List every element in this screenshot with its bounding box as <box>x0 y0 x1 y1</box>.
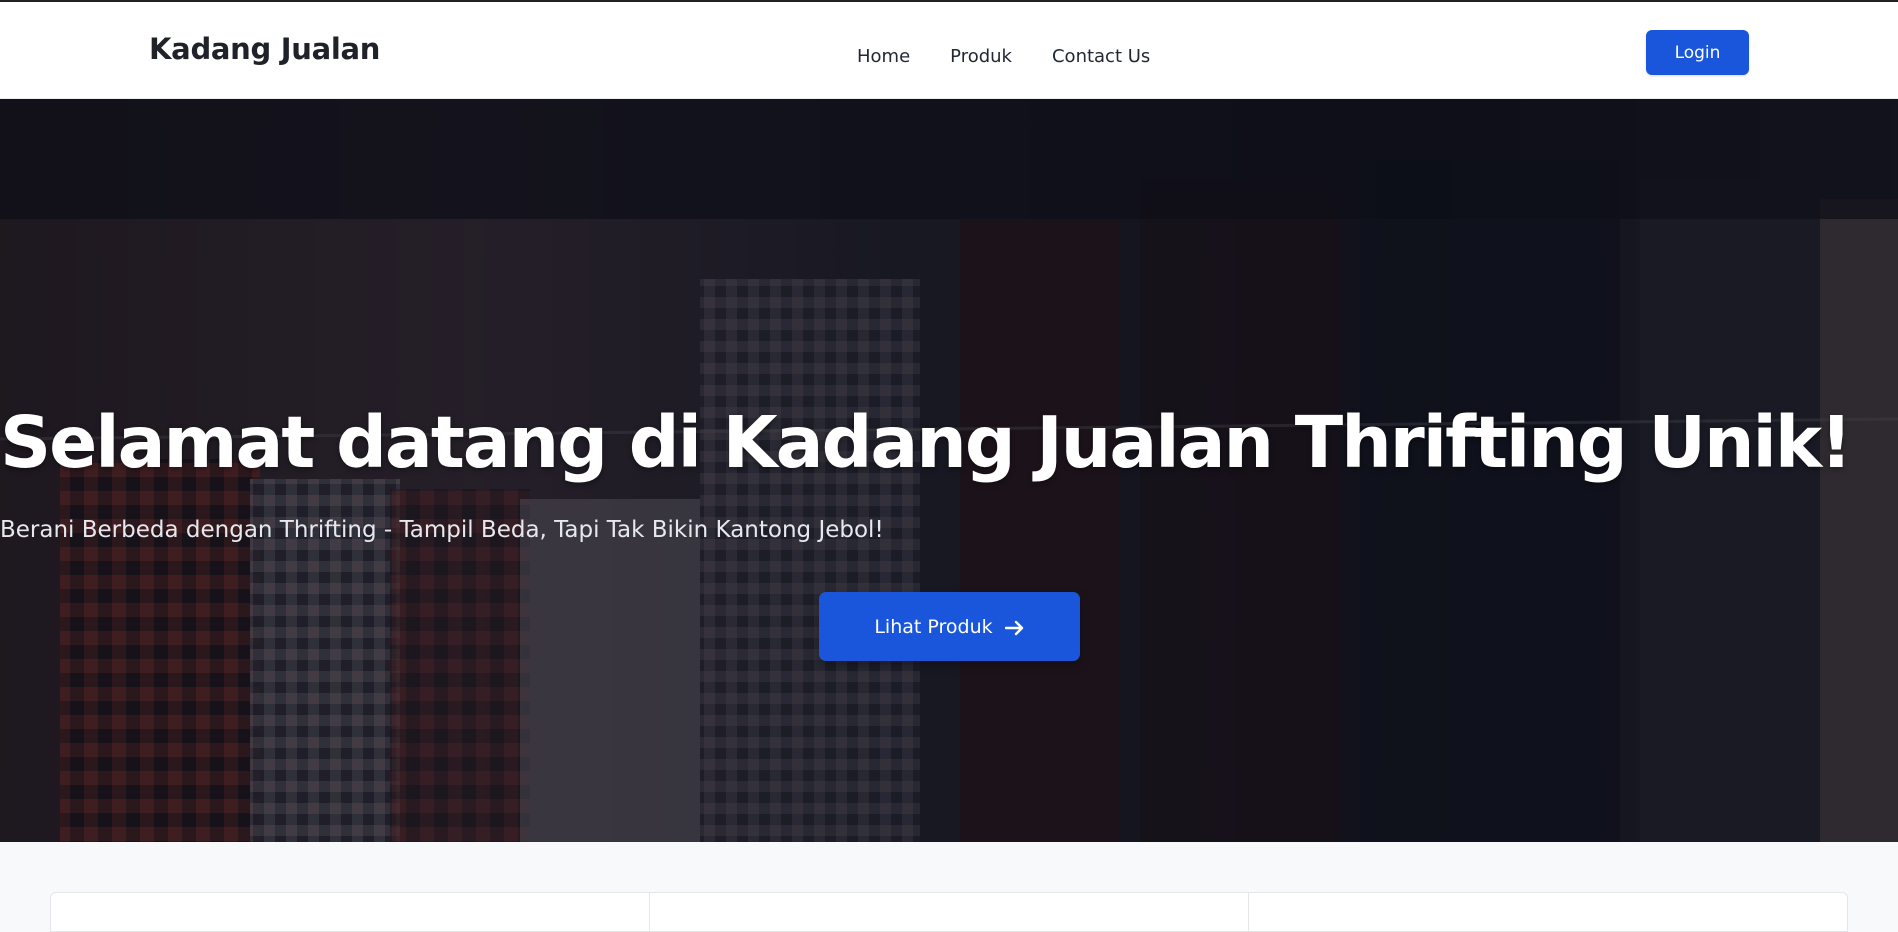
hero-section: Selamat datang di Kadang Jualan Thriftin… <box>0 99 1898 843</box>
feature-card <box>51 893 650 931</box>
feature-section <box>0 842 1898 932</box>
navbar: Kadang Jualan Home Produk Contact Us Log… <box>0 2 1898 99</box>
main-nav: Home Produk Contact Us <box>857 46 1190 67</box>
nav-link-home[interactable]: Home <box>857 46 910 67</box>
nav-link-produk[interactable]: Produk <box>950 46 1012 67</box>
cta-label: Lihat Produk <box>874 615 993 638</box>
login-button[interactable]: Login <box>1646 30 1749 75</box>
feature-card <box>1249 893 1847 931</box>
nav-link-contact-us[interactable]: Contact Us <box>1052 46 1150 67</box>
lihat-produk-button[interactable]: Lihat Produk <box>819 592 1080 661</box>
feature-cards-row <box>50 892 1848 932</box>
brand-logo-text[interactable]: Kadang Jualan <box>149 32 380 66</box>
hero-subtitle: Berani Berbeda dengan Thrifting - Tampil… <box>0 517 884 543</box>
hero-title: Selamat datang di Kadang Jualan Thriftin… <box>0 401 1853 484</box>
arrow-right-icon <box>1004 619 1025 635</box>
feature-card <box>650 893 1249 931</box>
